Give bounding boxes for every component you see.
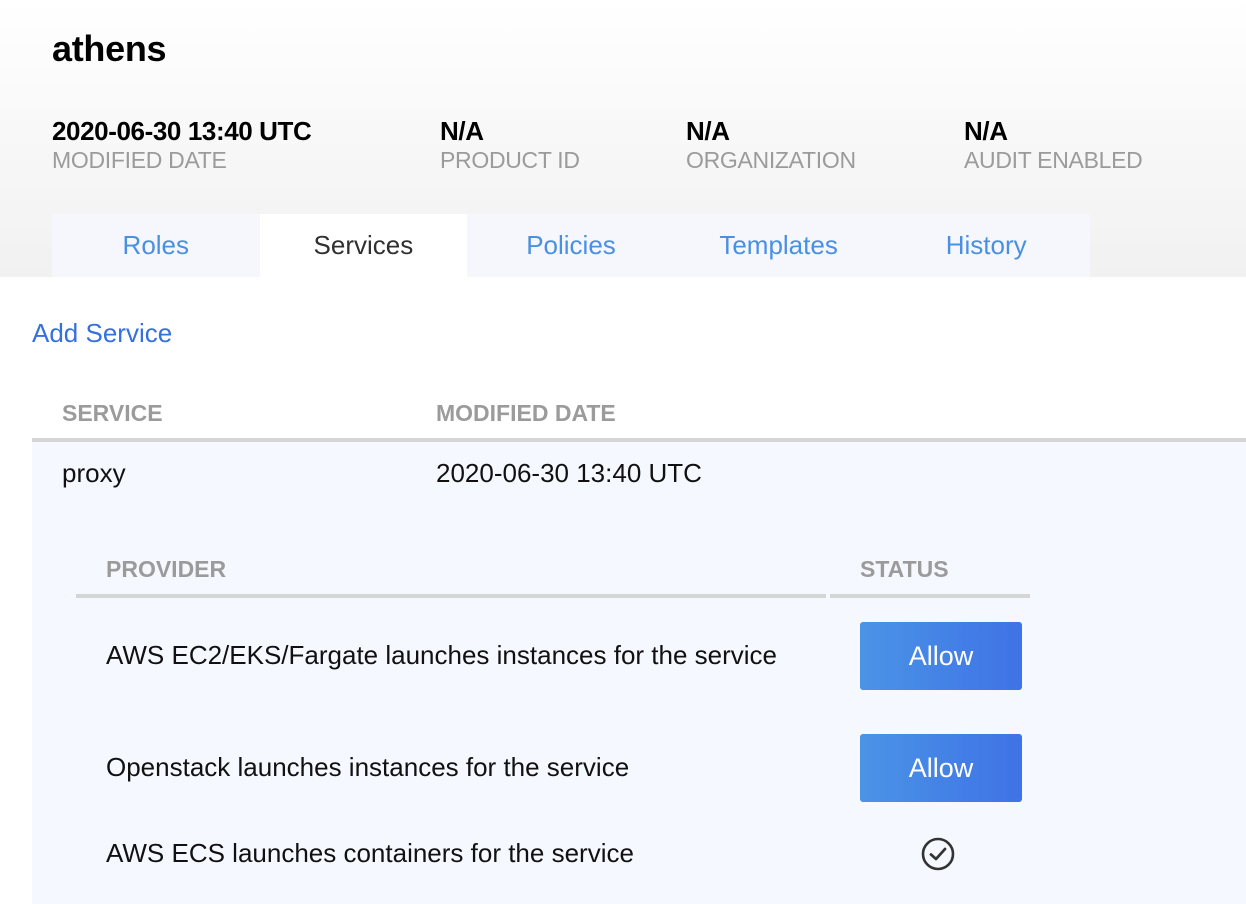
meta-value: N/A bbox=[964, 116, 1008, 146]
check-circle-icon bbox=[921, 837, 955, 871]
tab-bar: Roles Services Policies Templates Histor… bbox=[52, 214, 1090, 277]
meta-label: ORGANIZATION bbox=[686, 147, 856, 173]
service-modified-date: 2020-06-30 13:40 UTC bbox=[436, 458, 702, 488]
meta-label: PRODUCT ID bbox=[440, 147, 580, 173]
tab-policies[interactable]: Policies bbox=[467, 214, 675, 277]
tab-services[interactable]: Services bbox=[259, 214, 468, 277]
provider-label: Openstack launches instances for the ser… bbox=[106, 752, 630, 782]
meta-value: 2020-06-30 13:40 UTC bbox=[52, 116, 312, 146]
domain-header: athens 2020-06-30 13:40 UTC MODIFIED DAT… bbox=[0, 0, 1246, 277]
services-table-header: SERVICE MODIFIED DATE bbox=[32, 396, 1246, 442]
service-row-expanded: proxy 2020-06-30 13:40 UTC PROVIDER STAT… bbox=[32, 442, 1246, 904]
tab-history[interactable]: History bbox=[882, 214, 1090, 277]
meta-organization: N/A ORGANIZATION bbox=[686, 116, 856, 174]
meta-modified-date: 2020-06-30 13:40 UTC MODIFIED DATE bbox=[52, 116, 312, 174]
meta-label: AUDIT ENABLED bbox=[964, 147, 1143, 173]
meta-product-id: N/A PRODUCT ID bbox=[440, 116, 580, 174]
tab-templates[interactable]: Templates bbox=[675, 214, 883, 277]
column-header-service: SERVICE bbox=[62, 400, 163, 426]
domain-title: athens bbox=[52, 28, 167, 69]
meta-audit-enabled: N/A AUDIT ENABLED bbox=[964, 116, 1143, 174]
provider-column-header: PROVIDER bbox=[76, 554, 826, 598]
meta-value: N/A bbox=[686, 116, 730, 146]
column-header-status: STATUS bbox=[860, 556, 949, 582]
service-name[interactable]: proxy bbox=[62, 458, 126, 489]
column-header-provider: PROVIDER bbox=[106, 556, 227, 582]
column-header-modified-date: MODIFIED DATE bbox=[436, 400, 616, 426]
add-service-link[interactable]: Add Service bbox=[32, 318, 172, 349]
provider-label: AWS EC2/EKS/Fargate launches instances f… bbox=[106, 640, 778, 670]
allow-button[interactable]: Allow bbox=[860, 734, 1022, 802]
meta-value: N/A bbox=[440, 116, 484, 146]
meta-label: MODIFIED DATE bbox=[52, 147, 227, 173]
allow-button[interactable]: Allow bbox=[860, 622, 1022, 690]
tab-roles[interactable]: Roles bbox=[52, 214, 260, 277]
provider-label: AWS ECS launches containers for the serv… bbox=[106, 838, 634, 868]
status-column-header: STATUS bbox=[830, 554, 1030, 598]
